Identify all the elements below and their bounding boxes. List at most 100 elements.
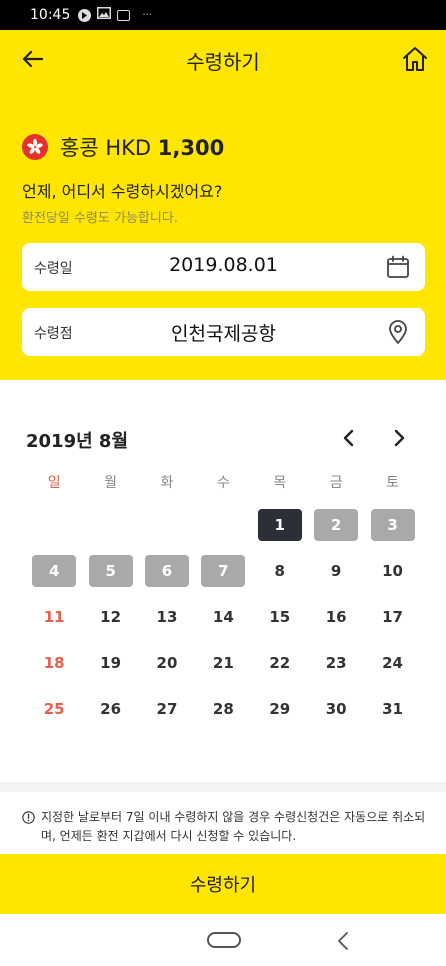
weekday-label: 월 [104,475,118,491]
section-divider [0,782,446,792]
calendar-day-number: 30 [325,700,347,718]
currency-name: 홍콩 HKD [60,136,152,160]
weekday-label: 화 [160,475,174,491]
calendar-day-number: 9 [330,562,342,580]
calendar-day-number: 7 [201,555,246,587]
home-button[interactable] [400,44,430,74]
system-home-button[interactable] [207,932,241,948]
calendar-day-number: 4 [32,555,77,587]
chevron-left-icon [343,429,354,447]
calendar-week-row: 25 26 27 28 29 30 31 [26,686,421,732]
system-back-icon[interactable] [336,931,350,951]
calendar-day[interactable]: 11 [26,594,82,640]
currency-info: 홍콩 HKD 1,300 [60,132,224,162]
previous-month-button[interactable] [338,426,360,450]
pickup-location-value: 인천국제공항 [171,323,276,345]
calendar-day: 7 [195,548,251,594]
weekday-label: 일 [47,475,61,491]
calendar-weeks: 1 2 3 4 5 6 7 8 9 10 11 12 13 14 15 16 17 18 19 20 21 22 23 24 2… [26,502,421,732]
calendar-day[interactable]: 12 [82,594,138,640]
calendar-day-number: 19 [100,654,122,672]
image-icon [97,7,112,23]
calendar-day-number: 16 [325,608,347,626]
question-text: 언제, 어디서 수령하시겠어요? [22,182,223,201]
calendar-day-number: 24 [382,654,403,672]
calendar-day-number: 11 [43,608,65,626]
calendar-day: 5 [82,548,138,594]
app-header: 수령하기 [0,30,446,88]
calendar-day[interactable]: 18 [26,640,82,686]
calendar-day[interactable]: 8 [252,548,308,594]
calendar-day-number: 29 [269,700,291,718]
calendar-empty-cell [82,502,138,548]
calendar-day[interactable]: 31 [364,686,420,732]
chevron-right-icon [394,429,405,447]
calendar-day-number: 21 [212,654,234,672]
calendar-empty-cell [26,502,82,548]
calendar-day[interactable]: 24 [364,640,420,686]
calendar-day-number: 8 [274,562,285,580]
pickup-location-field[interactable]: 수령점 인천국제공항 [22,308,425,356]
calendar-day-number: 3 [370,509,415,541]
calendar-day-number: 1 [257,509,302,541]
calendar-day[interactable]: 1 [252,502,308,548]
submit-pickup-button[interactable]: 수령하기 [0,854,446,914]
calendar-day-number: 28 [212,700,234,718]
calendar-day-number: 25 [43,700,65,718]
calendar-week-row: 11 12 13 14 15 16 17 [26,594,421,640]
calendar-week-row: 4 5 6 7 8 9 10 [26,548,421,594]
calendar-day[interactable]: 13 [139,594,195,640]
calendar-day-number: 13 [156,608,178,626]
calendar-day: 4 [26,548,82,594]
hong-kong-flag-icon [22,134,48,160]
calendar-day-number: 22 [269,654,291,672]
calendar-day[interactable]: 15 [252,594,308,640]
status-bar: 10:45 ··· [0,0,446,30]
calendar-day[interactable]: 27 [139,686,195,732]
calendar-day[interactable]: 21 [195,640,251,686]
calendar-day[interactable]: 25 [26,686,82,732]
calendar-day[interactable]: 9 [308,548,364,594]
calendar-day[interactable]: 22 [252,640,308,686]
location-pin-icon[interactable] [385,319,411,345]
calendar-day-number: 2 [314,509,359,541]
calendar-day[interactable]: 30 [308,686,364,732]
calendar-day-number: 5 [88,555,133,587]
subnote-text: 환전당일 수령도 가능합니다. [22,211,178,226]
calendar-day-number: 14 [212,608,234,626]
calendar-day: 2 [308,502,364,548]
calendar-day-number: 20 [156,654,178,672]
calendar-day[interactable]: 20 [139,640,195,686]
calendar-day[interactable]: 28 [195,686,251,732]
calendar-day: 3 [364,502,420,548]
currency-summary: 홍콩 HKD 1,300 [22,132,224,162]
calendar-empty-cell [139,502,195,548]
calendar-day[interactable]: 29 [252,686,308,732]
calendar-day[interactable]: 16 [308,594,364,640]
more-notifications-icon: ··· [142,9,152,21]
calendar-day[interactable]: 19 [82,640,138,686]
calendar-day[interactable]: 26 [82,686,138,732]
calendar-day-number: 18 [43,654,65,672]
calendar-day[interactable]: 17 [364,594,420,640]
calendar-day-number: 23 [325,654,347,672]
calendar-day-number: 15 [269,608,291,626]
calendar-day[interactable]: 14 [195,594,251,640]
calendar-day-number: 12 [100,608,122,626]
status-time: 10:45 [30,7,71,23]
calendar-month-title: 2019년 8월 [26,431,129,452]
calendar-day: 6 [139,548,195,594]
weekday-header: 일월화수목금토 [26,472,421,502]
calendar-day-number: 31 [382,700,403,718]
calendar-day-number: 17 [382,608,403,626]
calendar-week-row: 123 [26,502,421,548]
weekday-label: 토 [386,475,399,491]
calendar-icon[interactable] [385,254,411,280]
calendar-day-number: 10 [382,562,403,580]
calendar-day[interactable]: 23 [308,640,364,686]
weekday-label: 수 [216,475,230,491]
next-month-button[interactable] [388,426,410,450]
calendar-day[interactable]: 10 [364,548,420,594]
pickup-date-field[interactable]: 수령일 2019.08.01 [22,243,425,291]
currency-amount: 1,300 [157,136,225,160]
